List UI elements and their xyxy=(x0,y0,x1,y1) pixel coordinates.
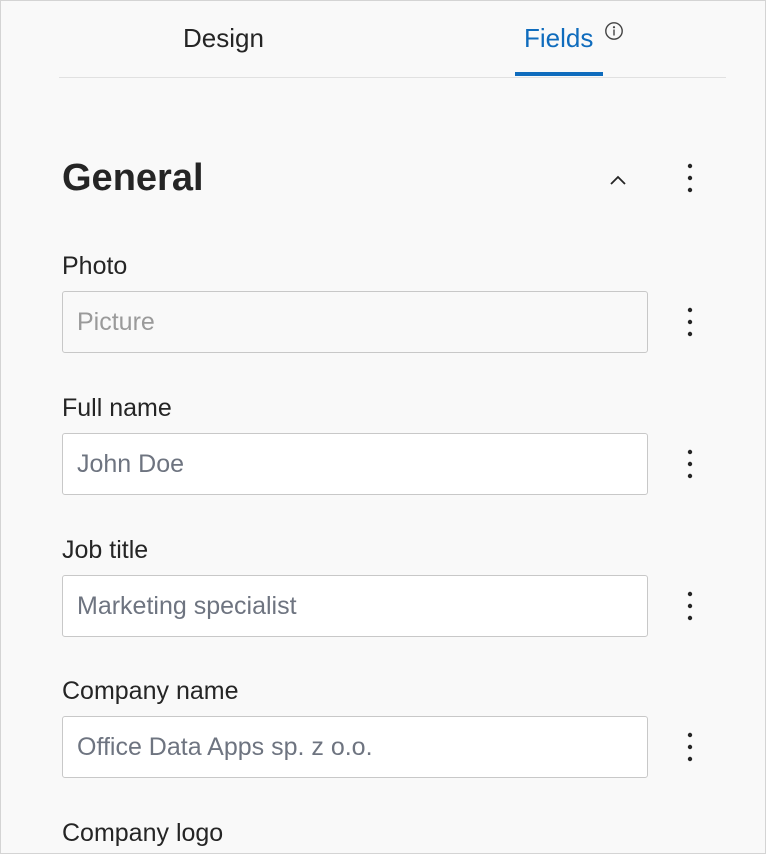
job-title-more-options-icon[interactable] xyxy=(675,587,705,627)
company-name-more-options-icon[interactable] xyxy=(675,728,705,768)
job-title-input[interactable] xyxy=(63,576,647,636)
job-title-field[interactable] xyxy=(62,575,648,637)
company-name-field[interactable] xyxy=(62,716,648,778)
chevron-up-icon[interactable] xyxy=(603,165,633,195)
active-tab-indicator xyxy=(515,72,603,76)
tab-fields[interactable]: Fields xyxy=(524,23,593,54)
full-name-more-options-icon[interactable] xyxy=(675,445,705,485)
section-more-options-icon[interactable] xyxy=(675,159,705,199)
info-icon[interactable] xyxy=(604,21,624,41)
photo-field[interactable] xyxy=(62,291,648,353)
photo-label: Photo xyxy=(62,252,128,280)
full-name-input[interactable] xyxy=(63,434,647,494)
photo-input[interactable] xyxy=(63,292,647,352)
job-title-label: Job title xyxy=(62,536,149,564)
company-name-input[interactable] xyxy=(63,717,647,777)
full-name-label: Full name xyxy=(62,394,172,422)
full-name-field[interactable] xyxy=(62,433,648,495)
section-title: General xyxy=(62,157,204,199)
company-name-label: Company name xyxy=(62,677,239,705)
fields-panel: Design Fields General Photo Picture Full… xyxy=(0,0,766,854)
photo-more-options-icon[interactable] xyxy=(675,303,705,343)
company-logo-label: Company logo xyxy=(62,819,224,847)
tab-design[interactable]: Design xyxy=(183,23,264,54)
tab-bar: Design Fields xyxy=(59,1,726,78)
